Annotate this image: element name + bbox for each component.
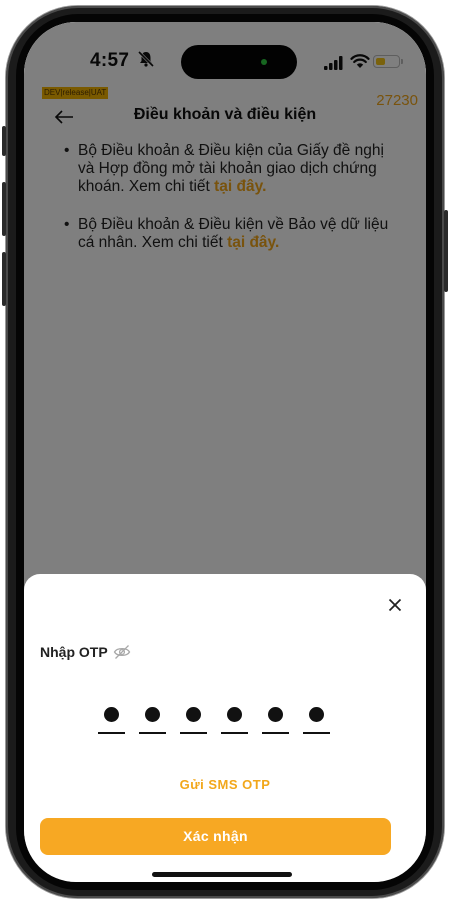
otp-underline xyxy=(180,732,207,734)
otp-dot xyxy=(268,707,283,722)
screen: 4:57 DEV|release|UAT 27230 xyxy=(24,22,426,882)
otp-digit[interactable] xyxy=(139,701,166,735)
otp-dot xyxy=(104,707,119,722)
otp-digit[interactable] xyxy=(303,701,330,735)
otp-dot xyxy=(145,707,160,722)
otp-digit[interactable] xyxy=(221,701,248,735)
otp-underline xyxy=(262,732,289,734)
volume-up-button xyxy=(2,182,6,236)
otp-underline xyxy=(221,732,248,734)
power-button xyxy=(444,210,448,292)
otp-underline xyxy=(303,732,330,734)
home-indicator xyxy=(152,872,292,877)
close-icon[interactable] xyxy=(388,598,402,612)
eye-hidden-icon[interactable] xyxy=(113,644,131,660)
otp-underline xyxy=(139,732,166,734)
otp-dot xyxy=(227,707,242,722)
otp-dot xyxy=(309,707,324,722)
otp-input[interactable] xyxy=(98,701,360,741)
otp-digit[interactable] xyxy=(180,701,207,735)
resend-sms-otp-link[interactable]: Gửi SMS OTP xyxy=(24,777,426,792)
otp-digit[interactable] xyxy=(98,701,125,735)
action-button xyxy=(2,126,6,156)
volume-down-button xyxy=(2,252,6,306)
otp-label: Nhập OTP xyxy=(40,644,108,660)
otp-underline xyxy=(98,732,125,734)
otp-dot xyxy=(186,707,201,722)
otp-bottom-sheet: Nhập OTP Gửi SMS OTP Xác nhận xyxy=(24,574,426,882)
confirm-button[interactable]: Xác nhận xyxy=(40,818,391,855)
otp-digit[interactable] xyxy=(262,701,289,735)
